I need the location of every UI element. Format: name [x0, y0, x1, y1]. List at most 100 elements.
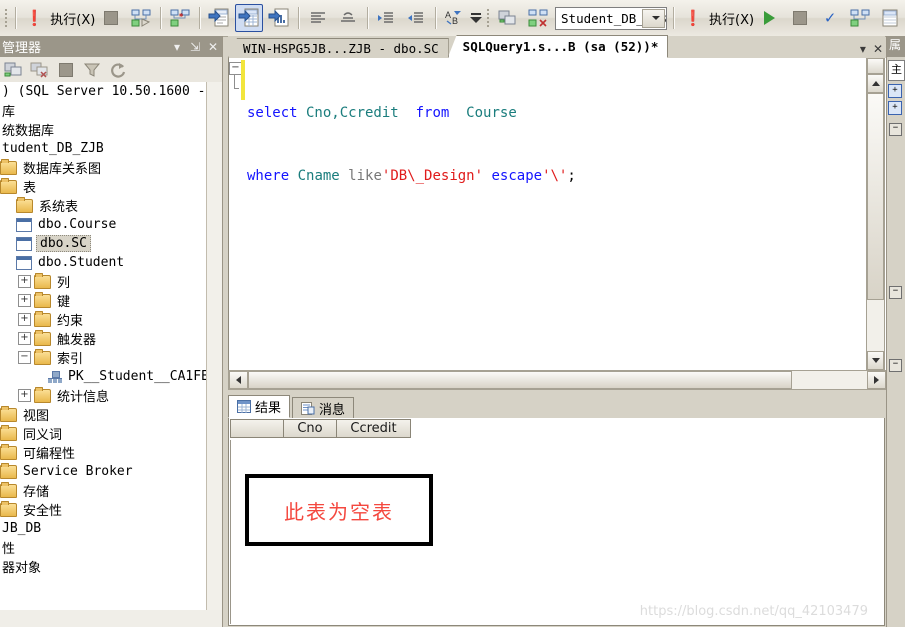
- plan-button-2[interactable]: [846, 4, 874, 32]
- editor-scroll-up-button[interactable]: [867, 74, 884, 93]
- display-estimated-plan-button[interactable]: [205, 4, 233, 32]
- tab-close-icon[interactable]: ✕: [873, 42, 883, 56]
- execute-bang-icon-2[interactable]: ❗: [679, 4, 707, 32]
- tree-node[interactable]: 表: [0, 177, 222, 196]
- tree-node[interactable]: dbo.Course: [0, 215, 222, 234]
- editor-scroll-top-button[interactable]: [867, 58, 884, 74]
- tree-node[interactable]: 系统表: [0, 196, 222, 215]
- execute-button-2[interactable]: 执行(X): [709, 4, 754, 32]
- tree-expand-icon[interactable]: +: [18, 294, 31, 307]
- tree-node[interactable]: 可编程性: [0, 443, 222, 462]
- tree-node[interactable]: PK__Student__CA1FE4: [0, 367, 222, 386]
- tree-collapse-icon[interactable]: −: [18, 351, 31, 364]
- debug-button[interactable]: ✱: [166, 4, 194, 32]
- tree-node[interactable]: JB_DB: [0, 519, 222, 538]
- properties-combo[interactable]: 主: [888, 60, 905, 81]
- properties-group-expander-3[interactable]: −: [889, 359, 902, 372]
- editor-scroll-left-button[interactable]: [229, 371, 248, 389]
- align-left-button[interactable]: [304, 4, 332, 32]
- tree-node[interactable]: + 键: [0, 291, 222, 310]
- play-button[interactable]: [756, 4, 784, 32]
- indent-button[interactable]: [372, 4, 400, 32]
- grid-column-header-ccredit[interactable]: Ccredit: [337, 419, 411, 438]
- toolbar-overflow-button[interactable]: [470, 3, 483, 33]
- stop-button[interactable]: [97, 4, 125, 32]
- properties-alphabetical-button[interactable]: +: [888, 101, 902, 115]
- editor-hscrollbar[interactable]: [228, 370, 887, 390]
- tree-node[interactable]: 器对象: [0, 557, 222, 576]
- spellcheck-button[interactable]: A B: [441, 4, 469, 32]
- results-grid[interactable]: Cno Ccredit 此表为空表 https://blog.csdn.net/…: [228, 418, 885, 626]
- database-combo-arrow[interactable]: [642, 8, 666, 28]
- panel-pin-icon[interactable]: ⇲: [186, 40, 204, 54]
- tree-node[interactable]: 库: [0, 101, 222, 120]
- tree-node[interactable]: 存储: [0, 481, 222, 500]
- editor-scroll-right-button[interactable]: [867, 371, 886, 389]
- tree-node[interactable]: dbo.SC: [0, 234, 222, 253]
- oe-connect-button[interactable]: [2, 58, 26, 82]
- toolbar-grip[interactable]: [4, 8, 9, 28]
- properties-categorized-button[interactable]: +: [888, 84, 902, 98]
- panel-dropdown-icon[interactable]: ▾: [168, 40, 186, 54]
- editor-vscroll-thumb[interactable]: [867, 93, 884, 300]
- tree-expand-icon[interactable]: +: [18, 332, 31, 345]
- tree-node[interactable]: + 列: [0, 272, 222, 291]
- tree-expand-icon[interactable]: +: [18, 275, 31, 288]
- sql-text[interactable]: select Cno,Ccredit from Course where Cna…: [247, 61, 576, 229]
- editor-hscroll-track[interactable]: [792, 371, 867, 389]
- properties-group-expander-1[interactable]: −: [889, 123, 902, 136]
- include-actual-plan-button[interactable]: [234, 4, 263, 32]
- tree-node[interactable]: 安全性: [0, 500, 222, 519]
- oe-disconnect-button[interactable]: [28, 58, 52, 82]
- outdent-button[interactable]: [402, 4, 430, 32]
- oe-stop-button[interactable]: [54, 58, 78, 82]
- parse-button[interactable]: [127, 4, 155, 32]
- tree-node[interactable]: tudent_DB_ZJB: [0, 139, 222, 158]
- editor-vscroll-track[interactable]: [867, 300, 884, 351]
- editor-hscroll-thumb[interactable]: [248, 371, 792, 389]
- tree-node[interactable]: + 统计信息: [0, 386, 222, 405]
- editor-tab-sqlquery1[interactable]: SQLQuery1.s...B (sa (52))*: [447, 35, 669, 58]
- tree-node[interactable]: 统数据库: [0, 120, 222, 139]
- tree-node[interactable]: ) (SQL Server 10.50.1600 - s: [0, 82, 222, 101]
- comment-button[interactable]: [334, 4, 362, 32]
- stop-button-2[interactable]: [786, 4, 814, 32]
- panel-close-icon[interactable]: ✕: [204, 40, 222, 54]
- object-explorer-vscrollbar[interactable]: [206, 82, 222, 610]
- tree-node[interactable]: dbo.Student: [0, 253, 222, 272]
- tree-node[interactable]: 性: [0, 538, 222, 557]
- tree-node-label: 存储: [23, 485, 50, 500]
- grid-corner-header[interactable]: [230, 419, 284, 438]
- oe-refresh-button[interactable]: [106, 58, 130, 82]
- properties-group-expander-2[interactable]: −: [889, 286, 902, 299]
- object-explorer-tree[interactable]: ) (SQL Server 10.50.1600 - s 库统数据库 tudent_…: [0, 82, 222, 610]
- sql-code-area[interactable]: − select Cno,Ccredit from Course where C…: [228, 58, 887, 370]
- tree-expand-icon[interactable]: +: [18, 313, 31, 326]
- change-connection-button[interactable]: [524, 4, 552, 32]
- execute-bang-icon[interactable]: ❗: [20, 4, 48, 32]
- tree-node[interactable]: 数据库关系图: [0, 158, 222, 177]
- tab-list-dropdown-icon[interactable]: ▾: [860, 42, 866, 56]
- tree-expand-icon[interactable]: +: [18, 389, 31, 402]
- toolbar-grip-2[interactable]: [486, 8, 491, 28]
- oe-filter-button[interactable]: [80, 58, 104, 82]
- tab-messages[interactable]: 消息: [292, 397, 355, 418]
- include-client-statistics-button[interactable]: [265, 4, 293, 32]
- parse-check-button[interactable]: ✓: [816, 4, 844, 32]
- tree-node[interactable]: − 索引: [0, 348, 222, 367]
- tree-node[interactable]: + 约束: [0, 310, 222, 329]
- tree-node[interactable]: + 触发器: [0, 329, 222, 348]
- tab-results[interactable]: 结果: [228, 395, 291, 418]
- results-to-grid-button[interactable]: [876, 4, 904, 32]
- editor-tab-table-designer[interactable]: WIN-HSPG5JB...ZJB - dbo.SC: [228, 38, 449, 58]
- sql-keyword-escape: escape: [483, 168, 543, 184]
- editor-vscrollbar[interactable]: [866, 58, 885, 371]
- tree-node[interactable]: 同义词: [0, 424, 222, 443]
- tree-node[interactable]: Service Broker: [0, 462, 222, 481]
- tree-node[interactable]: 视图: [0, 405, 222, 424]
- database-combo[interactable]: Student_DB_ZJB: [555, 6, 668, 30]
- connect-button[interactable]: [494, 4, 522, 32]
- execute-button[interactable]: 执行(X): [50, 4, 95, 32]
- editor-scroll-down-button[interactable]: [867, 351, 884, 370]
- grid-column-header-cno[interactable]: Cno: [284, 419, 337, 438]
